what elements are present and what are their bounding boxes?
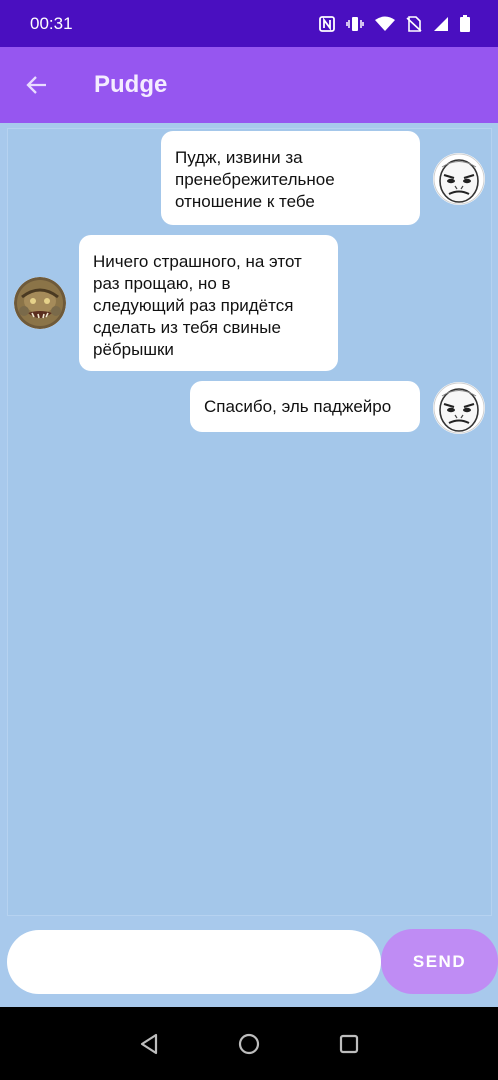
app-bar: Pudge [0,47,498,123]
recents-square-icon[interactable] [337,1032,361,1056]
message-bubble-incoming: Ничего страшного, на этот раз прощаю, но… [79,235,338,371]
message-list[interactable]: Пудж, извини за пренебрежительное отноше… [7,128,492,916]
rage-face-avatar [433,153,485,205]
message-text: Ничего страшного, на этот раз прощаю, но… [93,252,302,359]
chat-area[interactable]: Пудж, извини за пренебрежительное отноше… [0,123,498,926]
pudge-avatar [14,277,66,329]
battery-icon [460,15,470,32]
no-sim-icon [406,15,422,32]
back-triangle-icon[interactable] [137,1032,161,1056]
message-input[interactable] [7,930,381,994]
arrow-back-icon [26,76,46,94]
wifi-icon [375,16,395,32]
message-composer: SEND [0,926,498,1007]
chat-title: Pudge [94,71,168,98]
nfc-icon [319,15,335,32]
home-circle-icon[interactable] [237,1032,261,1056]
send-button[interactable]: SEND [381,929,498,994]
system-nav-bar [0,1007,498,1080]
back-button[interactable] [2,47,72,123]
message-bubble-outgoing: Пудж, извини за пренебрежительное отноше… [161,131,420,225]
signal-icon [433,16,449,32]
message-bubble-outgoing: Спасибо, эль паджейро [190,381,420,432]
message-text: Спасибо, эль паджейро [204,397,392,416]
message-text: Пудж, извини за пренебрежительное отноше… [175,148,335,211]
status-bar: 00:31 [0,0,498,47]
status-icons [319,15,470,32]
vibrate-icon [346,16,364,32]
status-time: 00:31 [30,13,73,33]
rage-face-avatar [433,382,485,434]
